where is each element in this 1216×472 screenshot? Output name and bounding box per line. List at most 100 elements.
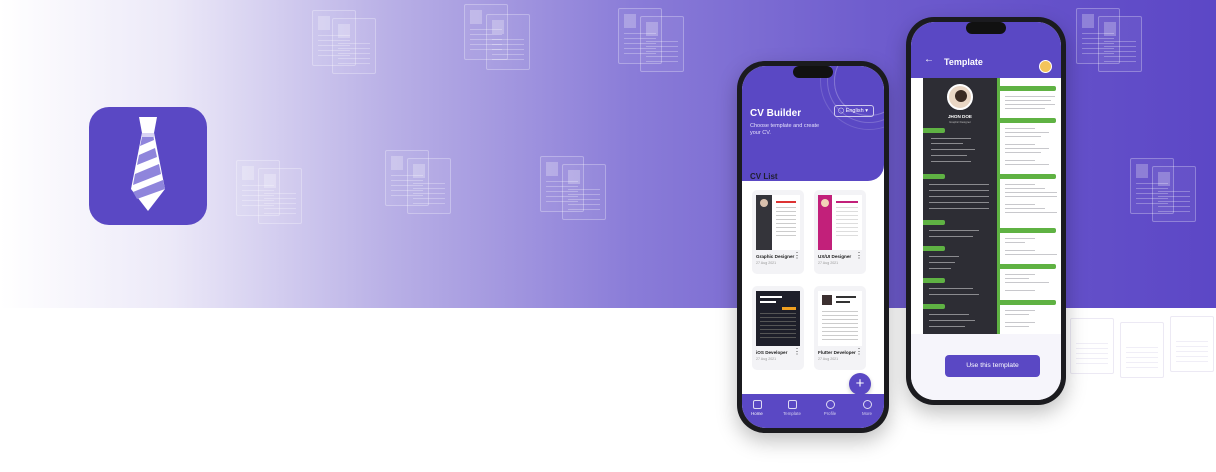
background-resume-icon [562,164,606,220]
cv-text-line [1005,100,1051,101]
cv-text-line [1005,290,1035,291]
cv-section-tab [923,278,945,283]
template-title: Template [944,57,983,67]
cv-text-line [1005,310,1035,311]
more-icon [862,400,872,409]
cv-text-line [931,161,971,162]
app-title: CV Builder [750,108,802,119]
language-selector[interactable]: ◯ English ▾ [834,105,874,117]
cv-photo [947,84,973,110]
cv-text-line [1005,188,1045,189]
cv-text-line [1005,128,1035,129]
cv-text-line [1005,322,1035,323]
cv-section-tab [1000,228,1056,233]
profile-icon [825,400,835,409]
cv-text-line [1005,212,1057,213]
cv-text-line [929,294,979,295]
cv-text-line [931,143,963,144]
home-icon [752,400,762,409]
cv-section-tab [1000,174,1056,179]
cv-text-line [1005,254,1057,255]
cv-text-line [929,202,989,203]
tie-icon [131,117,165,211]
add-cv-button[interactable]: + [849,373,871,395]
nav-label: Profile [823,411,837,416]
cv-text-line [929,236,973,237]
nav-label: Template [783,411,801,416]
arrow-left-icon[interactable]: ← [924,54,934,65]
cv-text-line [1005,96,1055,97]
cv-text-line [929,184,989,185]
cv-section-tab [923,174,945,179]
cv-card-title: Graphic Designer [756,254,795,259]
cv-text-line [929,208,989,209]
cv-text-line [1005,132,1049,133]
cv-text-line [1005,250,1035,251]
cv-text-line [1005,274,1035,275]
cv-text-line [1005,204,1035,205]
cv-text-line [929,230,979,231]
cv-text-line [929,288,973,289]
background-resume-icon [1098,16,1142,72]
nav-item-more[interactable]: More [852,400,882,416]
background-resume-icon [258,168,302,224]
cv-preview-content [997,78,1061,334]
cv-thumbnail [818,291,862,346]
cv-text-line [929,326,965,327]
cv-card[interactable]: Graphic Designer 27 Aug 2021 ⋮ [752,190,804,274]
background-resume-icon [1070,318,1114,374]
cv-section-tab [1000,300,1056,305]
nav-item-home[interactable]: Home [742,400,772,416]
cv-list-screen: CV Builder Choose template and create yo… [742,66,884,428]
cv-card[interactable]: UX/UI Designer 27 Aug 2021 ⋮ [814,190,866,274]
cv-card[interactable]: Flutter Developer 27 Aug 2021 ⋮ [814,286,866,370]
use-template-button[interactable]: Use this template [945,355,1040,377]
cv-card-date: 27 Aug 2021 [818,357,839,361]
cv-text-line [1005,238,1035,239]
background-resume-icon [640,16,684,72]
cv-text-line [929,196,989,197]
cv-text-line [1005,242,1025,243]
cv-text-line [1005,160,1035,161]
template-icon [787,400,797,409]
cv-text-line [929,268,951,269]
phone-notch [793,66,833,78]
background-resume-icon [332,18,376,74]
cv-text-line [1005,144,1035,145]
cv-thumbnail [818,195,862,250]
phone-cv-list: CV Builder Choose template and create yo… [737,61,889,433]
phone-template-preview: ← Template JHON DOE Graphic Designer Use… [906,17,1066,405]
nav-item-profile[interactable]: Profile [815,400,845,416]
language-label: English [845,108,864,114]
cv-thumbnail [756,291,800,346]
background-resume-icon [1120,322,1164,378]
user-avatar-icon[interactable] [1039,60,1052,73]
cv-text-line [1005,192,1057,193]
cv-text-line [929,314,969,315]
cv-section-tab [1000,86,1056,91]
background-resume-icon [486,14,530,70]
chevron-down-icon: ▾ [865,108,869,114]
more-vertical-icon[interactable]: ⋮ [793,252,801,260]
cv-text-line [1005,326,1029,327]
cv-text-line [929,262,955,263]
cv-text-line [1005,136,1041,137]
cv-list-header: CV Builder Choose template and create yo… [742,66,884,181]
app-subtitle: Choose template and create your CV. [750,123,820,136]
more-vertical-icon[interactable]: ⋮ [855,348,863,356]
cv-list-title: CV List [750,172,778,181]
cv-section-tab [923,304,945,309]
nav-item-template[interactable]: Template [777,400,807,416]
cv-accent-strip [997,78,1000,334]
background-resume-icon [1170,316,1214,372]
cv-preview-sidebar: JHON DOE Graphic Designer [923,78,997,334]
cv-text-line [1005,184,1035,185]
cv-text-line [1005,152,1041,153]
cv-card-title: UX/UI Designer [818,254,852,259]
cv-person-name: JHON DOE [948,114,972,119]
more-vertical-icon[interactable]: ⋮ [855,252,863,260]
cv-card[interactable]: iOS Developer 27 Aug 2021 ⋮ [752,286,804,370]
cv-card-title: Flutter Developer [818,350,856,355]
more-vertical-icon[interactable]: ⋮ [793,348,801,356]
cv-text-line [1005,196,1057,197]
